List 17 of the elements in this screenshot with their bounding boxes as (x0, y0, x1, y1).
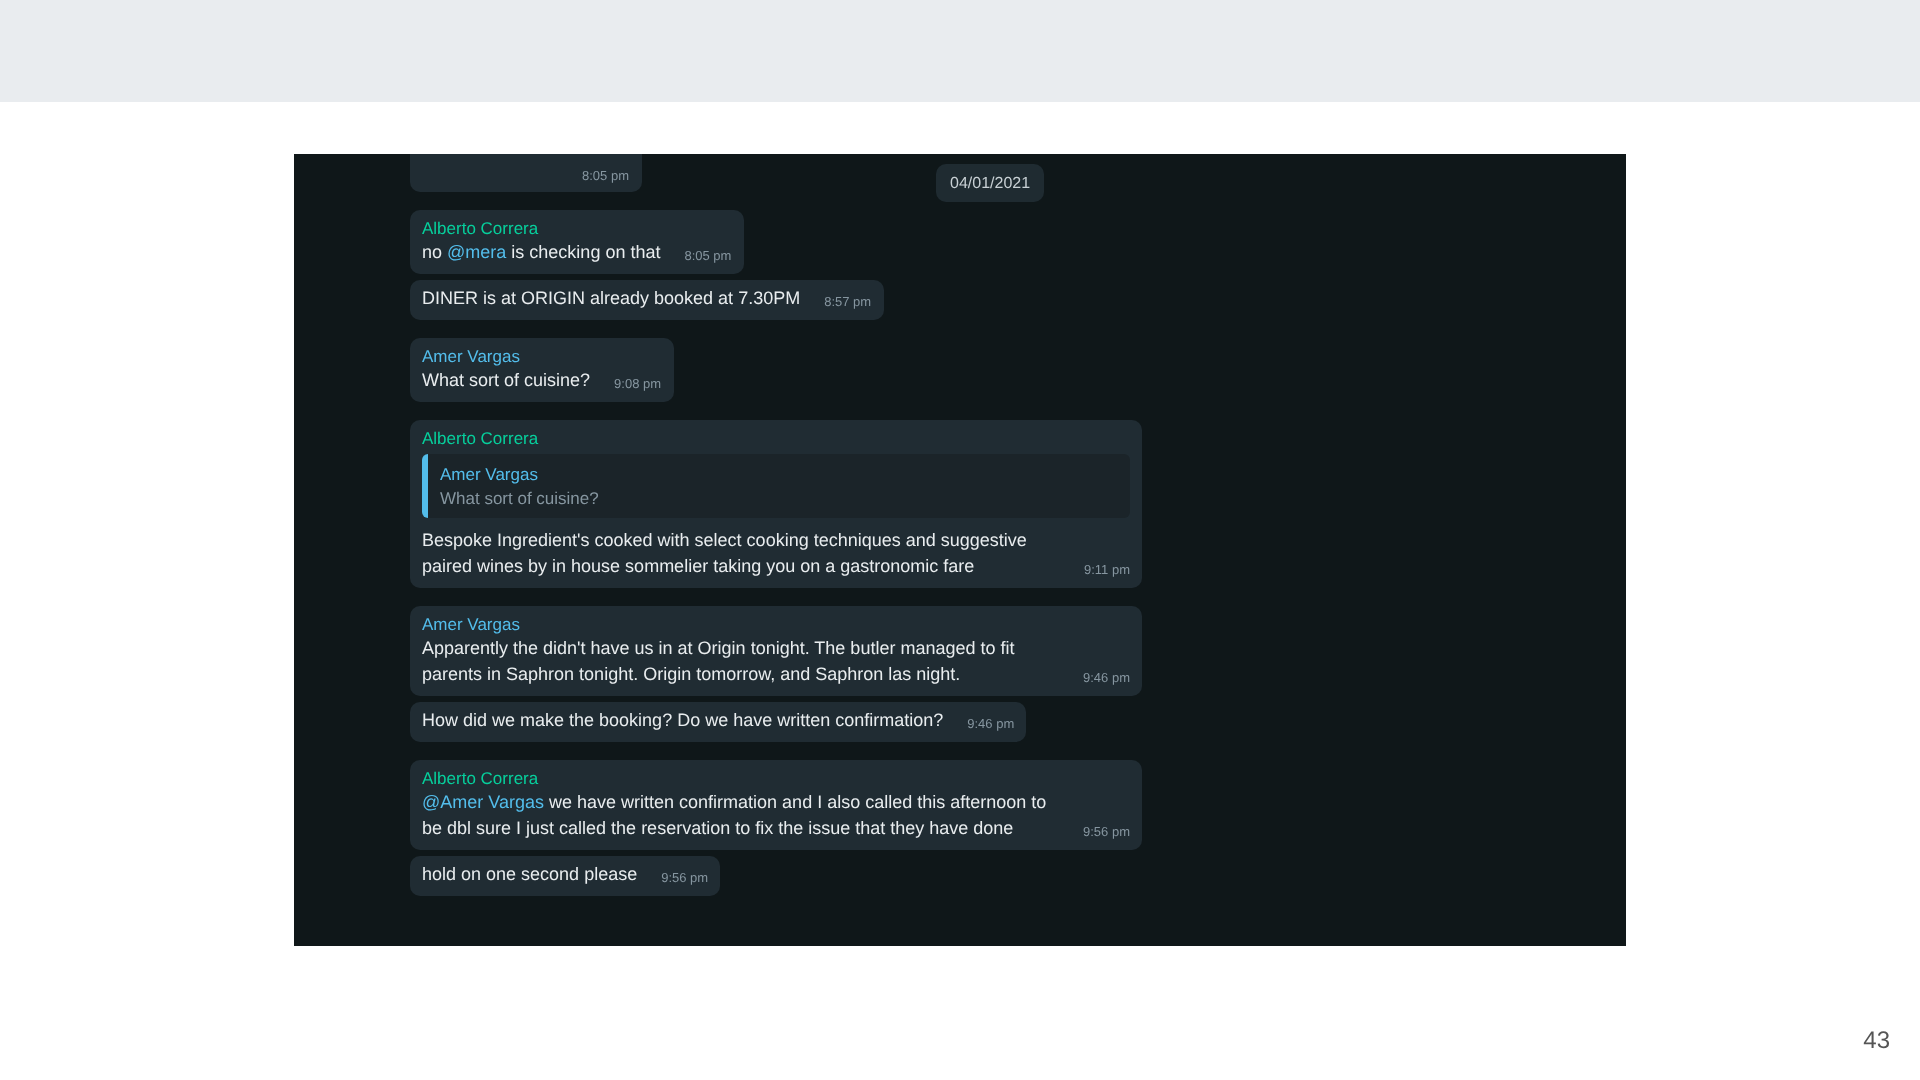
sender-name: Amer Vargas (422, 612, 522, 636)
date-badge: 04/01/2021 (936, 164, 1045, 202)
message-text: Bespoke Ingredient's cooked with select cooking techniques and suggestive paired wines by in house sommelier taking you on a gastronomic fare (422, 528, 1029, 580)
message-text: Apparently the didn't have us in at Origin tonight. The butler managed to fit parents in Saphron tonight. Origin tomorrow, and Saphron las night. (422, 636, 1017, 688)
message-text: no @mera is checking on that (422, 240, 661, 266)
sender-name: Amer Vargas (422, 344, 522, 368)
quoted-text: What sort of cuisine? (440, 486, 601, 510)
sender-name: Alberto Correra (422, 426, 541, 450)
message-text: @Amer Vargas we have written confirmation and I also called this afternoon to be dbl sure I just called the reservation to fix the issue that they have done (422, 790, 1049, 842)
message-text: DINER is at ORIGIN already booked at 7.30PM (422, 286, 801, 312)
quoted-sender: Amer Vargas (440, 462, 540, 486)
message-text: hold on one second please (422, 862, 638, 888)
message-text: What sort of cuisine? (422, 368, 591, 394)
message-text: How did we make the booking? Do we have written confirmation? (422, 708, 944, 734)
sender-name: Alberto Correra (422, 216, 541, 240)
slide-number: 43 (1863, 1026, 1890, 1054)
sender-name: Alberto Correra (422, 766, 541, 790)
